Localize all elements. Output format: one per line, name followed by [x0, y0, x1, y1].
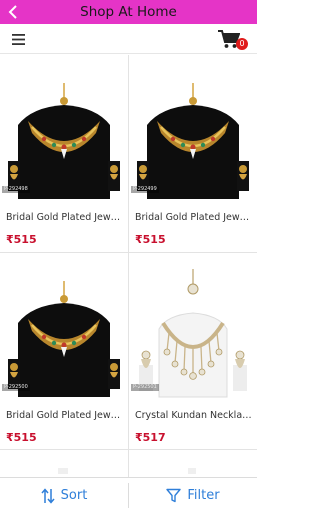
filter-button[interactable]: Filter [129, 478, 257, 512]
product-price: ₹515 [6, 431, 37, 444]
page-title: Shop At Home [80, 4, 177, 20]
cart-count-badge: 0 [236, 38, 248, 50]
product-image [133, 259, 253, 401]
app-screen: Shop At Home 0 P-292498 Bridal Gold Plat… [0, 0, 257, 512]
product-card[interactable]: P-292500 Bridal Gold Plated Jewell... ₹5… [0, 253, 128, 450]
product-name: Bridal Gold Plated Jewell... [6, 410, 124, 421]
back-button[interactable] [0, 0, 26, 24]
product-image-partial [58, 468, 68, 474]
product-card[interactable]: P-292501 Crystal Kundan Necklace ... ₹51… [129, 253, 257, 450]
product-image [4, 61, 124, 203]
product-card[interactable]: P-292499 Bridal Gold Plated Jewell... ₹5… [129, 55, 257, 252]
cart-button[interactable]: 0 [216, 27, 250, 53]
product-sku-tag: P-292501 [131, 384, 159, 391]
product-grid[interactable]: P-292498 Bridal Gold Plated Jewell... ₹5… [0, 55, 257, 477]
product-price: ₹515 [135, 233, 166, 246]
chevron-left-icon [8, 5, 17, 19]
title-bar: Shop At Home [0, 0, 257, 24]
product-image [4, 259, 124, 401]
product-card-partial[interactable] [129, 450, 257, 477]
bottom-action-bar: Sort Filter [0, 477, 257, 512]
funnel-icon [166, 488, 182, 503]
product-price: ₹517 [135, 431, 166, 444]
filter-label: Filter [187, 488, 220, 503]
hamburger-menu-icon [11, 33, 25, 45]
product-price: ₹515 [6, 233, 37, 246]
product-name: Bridal Gold Plated Jewell... [135, 212, 253, 223]
menu-button[interactable] [8, 29, 28, 49]
toolbar: 0 [0, 24, 257, 54]
product-sku-tag: P-292499 [131, 186, 159, 193]
product-image-partial [188, 468, 196, 474]
product-sku-tag: P-292498 [2, 186, 30, 193]
product-name: Bridal Gold Plated Jewell... [6, 212, 124, 223]
product-card-partial[interactable] [0, 450, 128, 477]
product-sku-tag: P-292500 [2, 384, 30, 391]
sort-label: Sort [60, 488, 88, 503]
sort-button[interactable]: Sort [0, 478, 128, 512]
product-name: Crystal Kundan Necklace ... [135, 410, 253, 421]
product-card[interactable]: P-292498 Bridal Gold Plated Jewell... ₹5… [0, 55, 128, 252]
product-image [133, 61, 253, 203]
sort-arrows-icon [41, 487, 55, 504]
